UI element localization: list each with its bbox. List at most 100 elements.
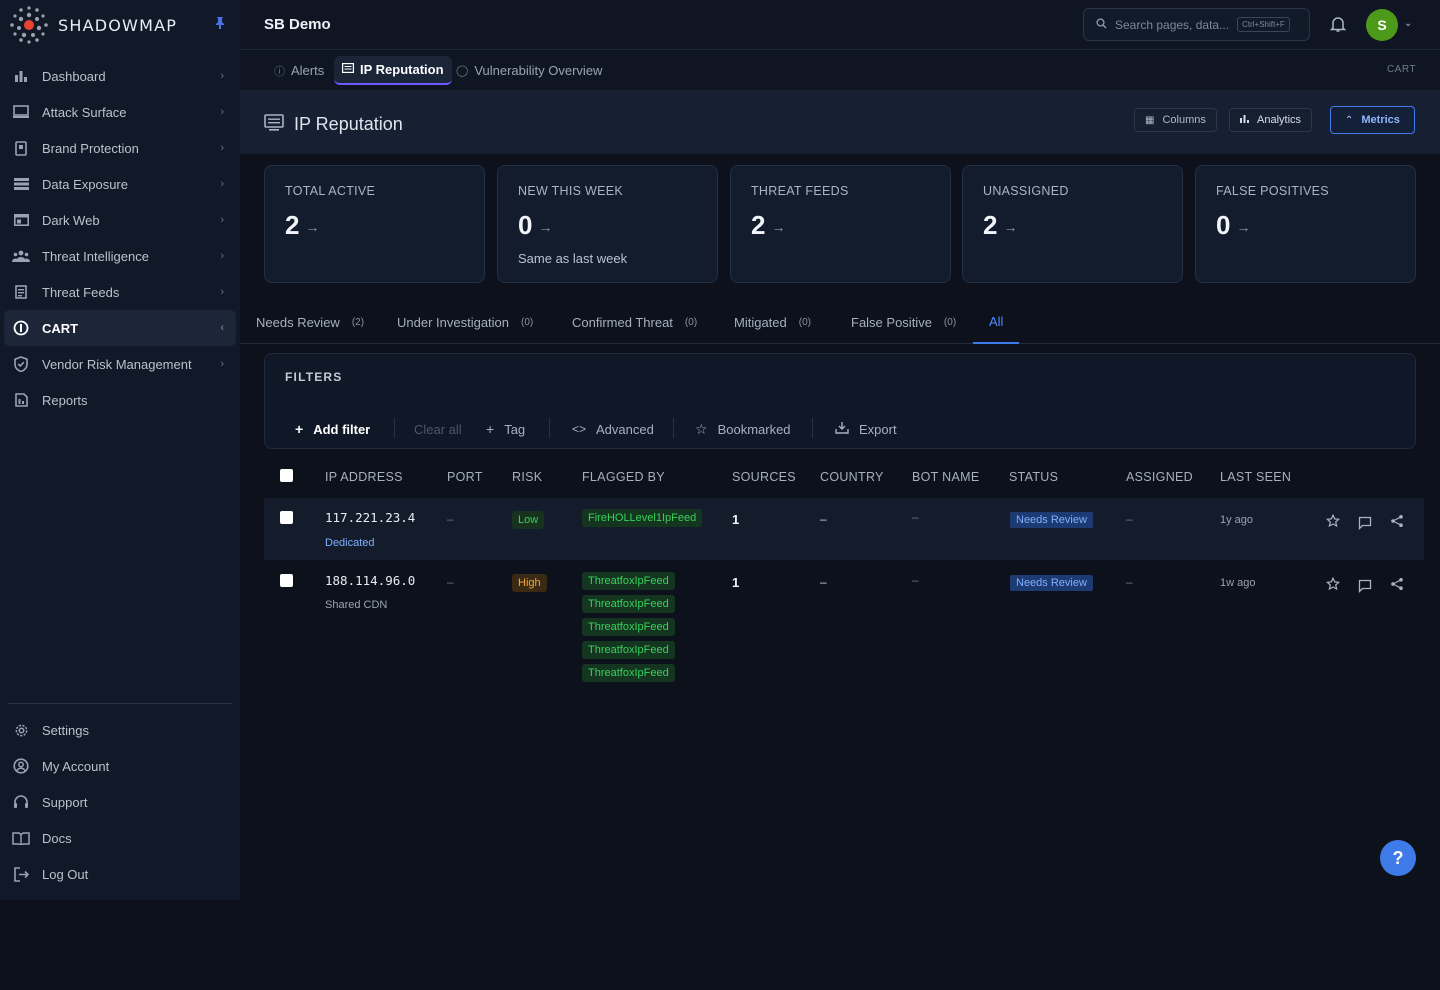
avatar[interactable]: S bbox=[1366, 9, 1398, 41]
brand-logo[interactable]: SHADOWMAP bbox=[8, 4, 177, 46]
share-icon[interactable] bbox=[1390, 577, 1406, 593]
columns-button[interactable]: ▦ Columns bbox=[1134, 108, 1217, 132]
card-subtitle: Same as last week bbox=[518, 251, 628, 266]
column-assigned[interactable]: ASSIGNED bbox=[1126, 470, 1193, 484]
tab-alerts[interactable]: ⓘ Alerts bbox=[266, 56, 332, 85]
ip-address[interactable]: 117.221.23.4 bbox=[325, 510, 415, 525]
tab-confirmed-threat[interactable]: Confirmed Threat (0) bbox=[572, 300, 697, 344]
column-status[interactable]: STATUS bbox=[1009, 470, 1058, 484]
select-all-checkbox[interactable] bbox=[280, 469, 293, 482]
tab-needs-review[interactable]: Needs Review (2) bbox=[256, 300, 364, 344]
sidebar-item-dashboard[interactable]: Dashboard › bbox=[4, 58, 236, 94]
row-checkbox[interactable] bbox=[280, 511, 293, 524]
info-circle-icon bbox=[12, 319, 30, 337]
tab-vulnerability-overview[interactable]: ◯ Vulnerability Overview bbox=[448, 56, 610, 85]
sidebar-item-threat-feeds[interactable]: Threat Feeds › bbox=[4, 274, 236, 310]
assigned-value[interactable]: – bbox=[1126, 512, 1133, 526]
tab-all[interactable]: All bbox=[973, 300, 1020, 344]
sidebar-item-log-out[interactable]: Log Out bbox=[4, 856, 236, 892]
share-icon[interactable] bbox=[1390, 514, 1406, 530]
gear-icon bbox=[12, 721, 30, 739]
feed-badge[interactable]: ThreatfoxIpFeed bbox=[582, 595, 675, 613]
sidebar-item-attack-surface[interactable]: Attack Surface › bbox=[4, 94, 236, 130]
assigned-value[interactable]: – bbox=[1126, 575, 1133, 589]
sidebar-item-label: CART bbox=[42, 320, 79, 336]
card-unassigned[interactable]: UNASSIGNED 2 → bbox=[962, 165, 1183, 283]
card-false-positives[interactable]: FALSE POSITIVES 0 → bbox=[1195, 165, 1416, 283]
status-badge[interactable]: Needs Review bbox=[1010, 575, 1093, 591]
sidebar-item-support[interactable]: Support bbox=[4, 784, 236, 820]
card-title: THREAT FEEDS bbox=[751, 184, 849, 198]
arrow-right-icon: → bbox=[305, 219, 320, 236]
sidebar-item-brand-protection[interactable]: Brand Protection › bbox=[4, 130, 236, 166]
tag-button[interactable]: + Tag bbox=[486, 420, 525, 438]
workspace-title[interactable]: SB Demo bbox=[264, 16, 331, 33]
analytics-button[interactable]: Analytics bbox=[1229, 108, 1313, 132]
sidebar-item-threat-intelligence[interactable]: Threat Intelligence › bbox=[4, 238, 236, 274]
star-icon[interactable] bbox=[1325, 513, 1342, 530]
column-port[interactable]: PORT bbox=[447, 470, 483, 484]
metrics-button[interactable]: ⌃ Metrics bbox=[1330, 106, 1415, 134]
feed-badge[interactable]: ThreatfoxIpFeed bbox=[582, 572, 675, 590]
column-country[interactable]: COUNTRY bbox=[820, 470, 884, 484]
clear-all-button[interactable]: Clear all bbox=[414, 420, 462, 438]
tab-mitigated[interactable]: Mitigated (0) bbox=[734, 300, 811, 344]
card-new-this-week[interactable]: NEW THIS WEEK 0 → Same as last week bbox=[497, 165, 718, 283]
tab-label: Alerts bbox=[291, 63, 325, 78]
divider bbox=[394, 418, 395, 438]
row-checkbox[interactable] bbox=[280, 574, 293, 587]
feed-badge[interactable]: FireHOLLevel1IpFeed bbox=[582, 509, 703, 527]
add-filter-button[interactable]: + Add filter bbox=[295, 420, 370, 438]
column-sources[interactable]: SOURCES bbox=[732, 470, 796, 484]
column-flagged-by[interactable]: FLAGGED BY bbox=[582, 470, 665, 484]
feed-badge[interactable]: ThreatfoxIpFeed bbox=[582, 664, 675, 682]
comment-icon[interactable] bbox=[1358, 579, 1374, 595]
tab-ip-reputation[interactable]: IP Reputation bbox=[334, 56, 452, 85]
tab-false-positive[interactable]: False Positive (0) bbox=[851, 300, 956, 344]
column-risk[interactable]: RISK bbox=[512, 470, 542, 484]
chevron-down-icon[interactable]: ⌄ bbox=[1404, 18, 1412, 29]
sidebar-item-label: Dark Web bbox=[42, 212, 100, 228]
table-row[interactable]: 188.114.96.0 Shared CDN – High Threatfox… bbox=[264, 562, 1424, 686]
bell-icon[interactable] bbox=[1329, 15, 1347, 33]
status-badge[interactable]: Needs Review bbox=[1010, 512, 1093, 528]
pin-icon[interactable] bbox=[214, 16, 226, 30]
tab-under-investigation[interactable]: Under Investigation (0) bbox=[397, 300, 533, 344]
tab-count: (0) bbox=[684, 316, 698, 328]
sidebar-divider bbox=[8, 703, 232, 704]
bookmarked-button[interactable]: ☆ Bookmarked bbox=[695, 420, 791, 438]
column-bot-name[interactable]: BOT NAME bbox=[912, 470, 979, 484]
advanced-button[interactable]: <> Advanced bbox=[572, 420, 654, 438]
sidebar-item-settings[interactable]: Settings bbox=[4, 712, 236, 748]
sidebar-item-label: Log Out bbox=[42, 866, 89, 882]
export-button[interactable]: Export bbox=[835, 420, 897, 438]
feed-badge[interactable]: ThreatfoxIpFeed bbox=[582, 618, 675, 636]
search-placeholder: Search pages, data... bbox=[1115, 17, 1230, 32]
column-ip-address[interactable]: IP ADDRESS bbox=[325, 470, 403, 484]
sidebar-item-cart[interactable]: CART ‹ bbox=[4, 310, 236, 346]
ip-type: Shared CDN bbox=[325, 599, 388, 611]
report-icon bbox=[12, 391, 30, 409]
download-icon bbox=[835, 421, 849, 437]
plus-icon: + bbox=[486, 421, 495, 437]
sidebar-item-data-exposure[interactable]: Data Exposure › bbox=[4, 166, 236, 202]
feed-badge[interactable]: ThreatfoxIpFeed bbox=[582, 641, 675, 659]
sidebar-item-vendor-risk-management[interactable]: Vendor Risk Management › bbox=[4, 346, 236, 382]
sidebar-item-docs[interactable]: Docs bbox=[4, 820, 236, 856]
sidebar-item-dark-web[interactable]: Dark Web › bbox=[4, 202, 236, 238]
comment-icon[interactable] bbox=[1358, 516, 1374, 532]
star-icon: ☆ bbox=[695, 420, 708, 437]
table-row[interactable]: 117.221.23.4 Dedicated – Low FireHOLLeve… bbox=[264, 498, 1424, 560]
search-input[interactable]: Search pages, data... Ctrl+Shift+F bbox=[1083, 8, 1310, 41]
star-icon[interactable] bbox=[1325, 576, 1342, 593]
people-icon bbox=[12, 247, 30, 265]
card-threat-feeds[interactable]: THREAT FEEDS 2 → bbox=[730, 165, 951, 283]
tab-count: (0) bbox=[521, 316, 534, 328]
column-last-seen[interactable]: LAST SEEN bbox=[1220, 470, 1291, 484]
ip-address[interactable]: 188.114.96.0 bbox=[325, 573, 415, 588]
sidebar-item-my-account[interactable]: My Account bbox=[4, 748, 236, 784]
card-total-active[interactable]: TOTAL ACTIVE 2 → bbox=[264, 165, 485, 283]
card-value: 2 bbox=[751, 210, 766, 240]
sidebar-item-reports[interactable]: Reports bbox=[4, 382, 236, 418]
help-button[interactable]: ? bbox=[1380, 840, 1416, 876]
